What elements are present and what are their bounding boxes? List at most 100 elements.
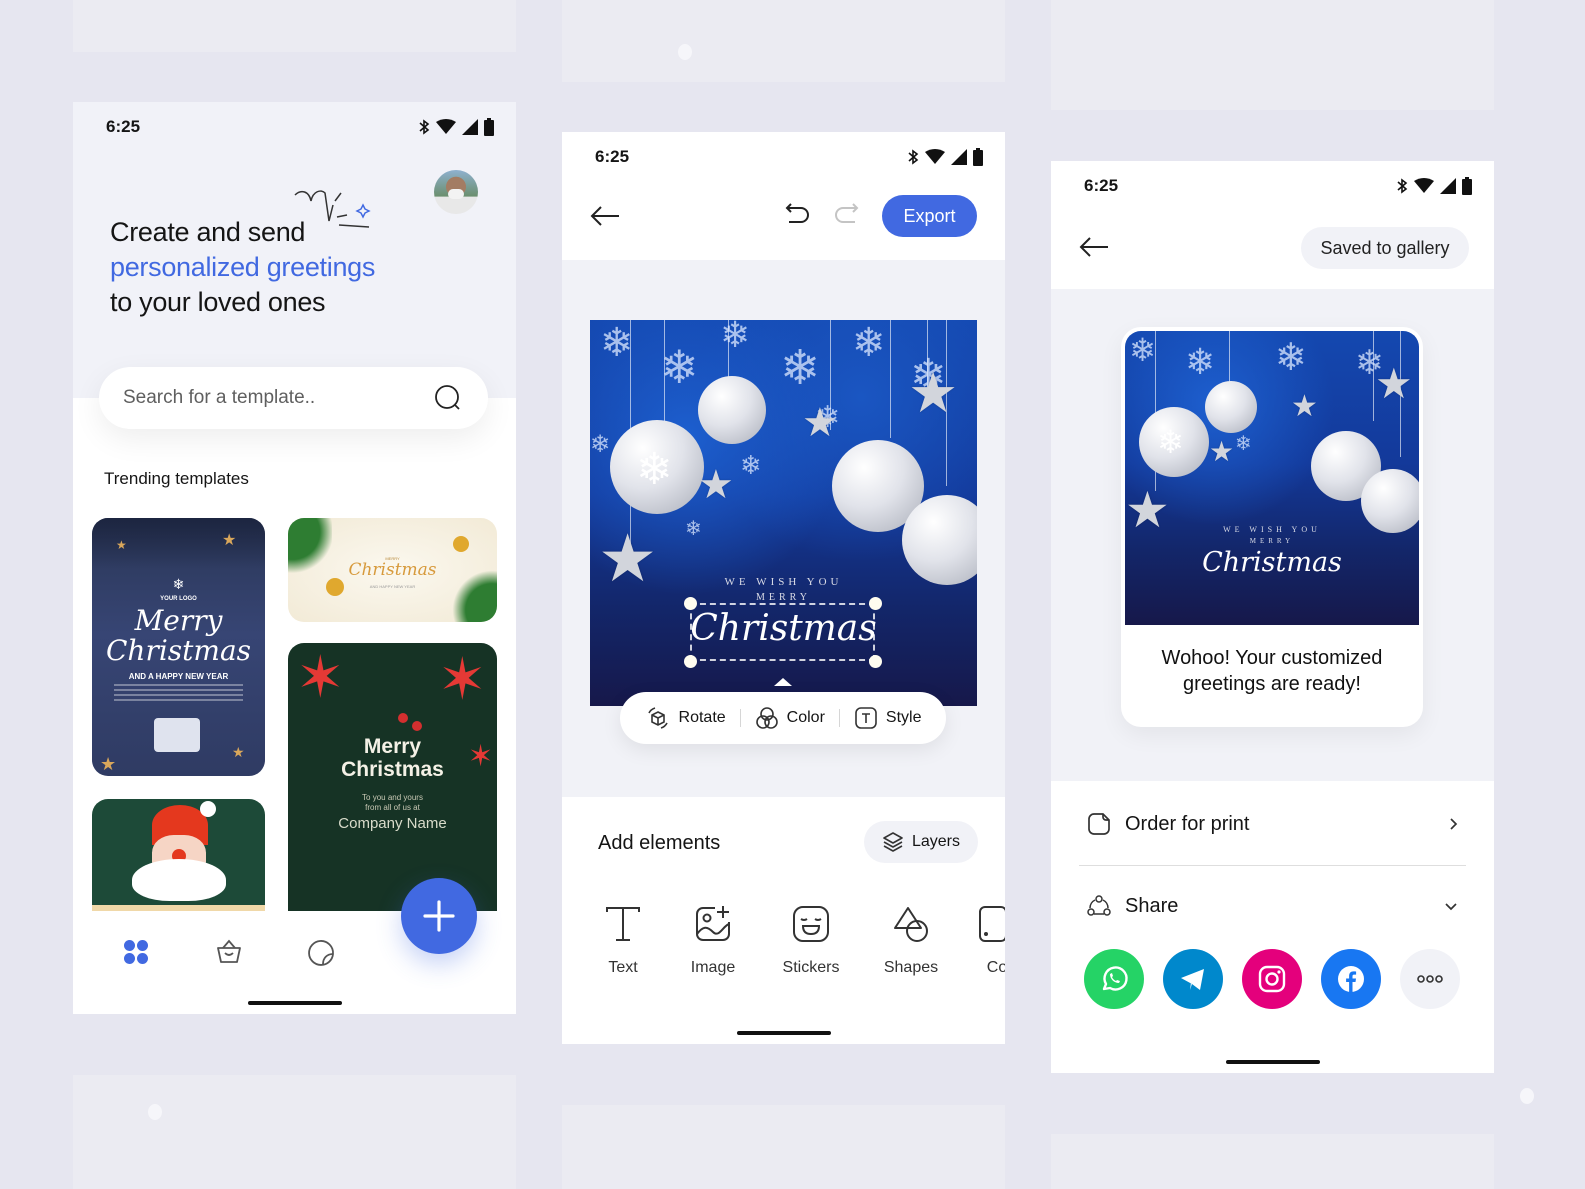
- status-bar: 6:25: [1051, 161, 1494, 211]
- user-avatar[interactable]: [434, 170, 478, 214]
- resize-handle[interactable]: [869, 597, 882, 610]
- share-whatsapp-button[interactable]: [1084, 949, 1144, 1009]
- poinsettia-decor: ✶: [296, 645, 345, 710]
- snowflake: ❄: [590, 431, 611, 458]
- template-card[interactable]: ❄ YOUR LOGO Merry Christmas AND A HAPPY …: [92, 518, 265, 776]
- sticker-face-icon: [793, 906, 829, 942]
- card-wish-text: WE WISH YOU: [1223, 525, 1321, 534]
- order-for-print-row[interactable]: Order for print: [1087, 799, 1458, 849]
- snowflake: ❄: [1235, 433, 1252, 455]
- template-card[interactable]: [92, 799, 265, 911]
- tool-stickers[interactable]: Stickers: [771, 899, 851, 977]
- style-button[interactable]: Style: [840, 706, 936, 730]
- sticker-note-icon: [1088, 813, 1110, 835]
- star-decor: ★: [222, 532, 237, 549]
- share-more-button[interactable]: [1400, 949, 1460, 1009]
- headline-line-3: to your loved ones: [110, 287, 326, 317]
- selection-box[interactable]: [690, 603, 875, 661]
- nav-basket[interactable]: [209, 932, 249, 972]
- tool-label: Co: [986, 959, 1005, 976]
- rotate-button[interactable]: Rotate: [631, 705, 740, 731]
- search-icon[interactable]: [434, 384, 462, 412]
- bg-panel: [1051, 1134, 1494, 1189]
- add-fab-button[interactable]: [401, 878, 477, 954]
- layers-icon: [883, 832, 903, 852]
- element-tools: Text Image Stickers Shapes Co: [562, 899, 1005, 989]
- ornament-decor: [453, 536, 469, 552]
- tool-text[interactable]: Text: [583, 899, 663, 977]
- card-body-text: [114, 684, 243, 704]
- card-sub-1: To you and yours: [362, 793, 423, 802]
- export-button[interactable]: Export: [882, 195, 977, 237]
- whatsapp-icon: [1102, 966, 1128, 991]
- tool-shapes[interactable]: Shapes: [871, 899, 951, 977]
- card-merry-text: MERRY: [755, 592, 811, 603]
- snowflake: ❄: [1129, 332, 1156, 368]
- facebook-icon: [1338, 966, 1364, 992]
- bg-panel: [1051, 0, 1494, 110]
- template-card[interactable]: MERRY Christmas AND HAPPY NEW YEAR: [288, 518, 497, 622]
- bg-panel: [73, 1075, 516, 1189]
- basket-icon: [217, 939, 241, 963]
- snowflake-ornament-pattern: ❄: [1157, 424, 1184, 460]
- snowflake: ❄: [720, 320, 751, 355]
- design-canvas[interactable]: ❄ ❄ ❄ ❄ ❄ ❄ ❄ ❄ ❄ ❄ ❄ ★ ★ ★ ★ WE WISH YO…: [590, 320, 977, 706]
- santa-beard: [132, 859, 226, 901]
- star-ornament: ★: [1375, 360, 1413, 407]
- card-title-line-2: Christmas: [341, 758, 444, 781]
- status-time: 6:25: [106, 117, 141, 136]
- redo-icon[interactable]: [833, 202, 859, 226]
- gift-box: [154, 718, 200, 752]
- undo-icon[interactable]: [785, 202, 811, 226]
- bluetooth-icon: [1397, 178, 1408, 194]
- wifi-icon: [1414, 178, 1434, 193]
- home-indicator: [736, 1031, 831, 1035]
- divider: [1079, 865, 1466, 866]
- back-button[interactable]: [1079, 231, 1113, 263]
- ready-line-1: Wohoo! Your customized: [1161, 647, 1383, 669]
- preview-image: ❄ ❄ ❄ ❄ ❄ ❄ ★ ★ ★ ★ WE WISH YOU MERRY Ch…: [1125, 331, 1419, 625]
- status-time: 6:25: [595, 147, 630, 166]
- share-label: Share: [1125, 894, 1179, 917]
- card-title-line-1: Merry: [363, 735, 422, 758]
- share-row[interactable]: Share: [1087, 881, 1458, 931]
- snowflake-ornament-pattern: ❄: [636, 445, 673, 494]
- ornament-ball: [1205, 381, 1257, 433]
- resize-handle[interactable]: [869, 655, 882, 668]
- back-button[interactable]: [590, 200, 624, 232]
- rotate-cube-icon: [647, 707, 668, 729]
- share-apps: [1084, 949, 1460, 1009]
- search-input[interactable]: [123, 387, 403, 409]
- layers-button[interactable]: Layers: [864, 821, 978, 863]
- search-bar: [99, 367, 488, 429]
- home-indicator: [1225, 1060, 1320, 1064]
- snowflake: ❄: [740, 450, 762, 480]
- star-decor: ★: [116, 538, 127, 552]
- tool-label: Image: [690, 959, 736, 976]
- home-screen: 6:25 Create and send personalized greeti…: [73, 102, 516, 1014]
- tool-image[interactable]: Image: [673, 899, 753, 977]
- share-screen: 6:25 Saved to gallery ❄ ❄ ❄ ❄ ❄ ❄ ★ ★ ★ …: [1051, 161, 1494, 1073]
- template-card[interactable]: ✶ ✶ ✶ Merry Christmas To you and yours f…: [288, 643, 497, 911]
- star-ornament: ★: [908, 361, 959, 424]
- ready-message: Wohoo! Your customized greetings are rea…: [1121, 645, 1423, 697]
- color-label: Color: [786, 709, 825, 726]
- signal-icon: [462, 119, 478, 135]
- nav-templates[interactable]: [116, 932, 156, 972]
- share-telegram-button[interactable]: [1163, 949, 1223, 1009]
- resize-handle[interactable]: [684, 597, 697, 610]
- color-button[interactable]: Color: [741, 706, 839, 730]
- share-instagram-button[interactable]: [1242, 949, 1302, 1009]
- resize-handle[interactable]: [684, 655, 697, 668]
- share-facebook-button[interactable]: [1321, 949, 1381, 1009]
- tool-label: Stickers: [782, 959, 840, 976]
- more-dots-icon: [1417, 975, 1443, 983]
- floor: [92, 905, 265, 911]
- order-label: Order for print: [1125, 812, 1250, 835]
- status-time: 6:25: [1084, 176, 1119, 195]
- status-bar: 6:25: [73, 102, 516, 152]
- rotate-label: Rotate: [678, 709, 726, 726]
- nav-stickers[interactable]: [302, 932, 342, 972]
- tool-co[interactable]: Co: [957, 899, 1005, 977]
- text-style-icon: [855, 707, 877, 729]
